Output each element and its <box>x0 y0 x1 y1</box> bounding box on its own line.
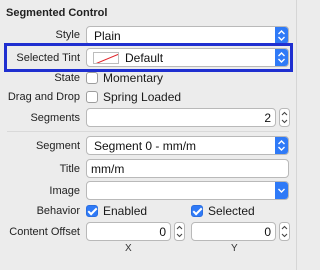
title-label: Title <box>59 163 80 175</box>
section-title: Segmented Control <box>6 7 108 19</box>
image-combo[interactable] <box>86 181 289 200</box>
image-label: Image <box>49 185 80 197</box>
enabled-checkbox[interactable] <box>86 205 98 217</box>
segment-label: Segment <box>35 140 80 152</box>
title-value: mm/m <box>91 162 125 176</box>
offset-x-value: 0 <box>159 225 166 239</box>
drag-and-drop-label: Drag and Drop <box>7 91 80 103</box>
segments-value: 2 <box>264 111 271 125</box>
title-field[interactable]: mm/m <box>86 159 289 178</box>
enabled-label: Enabled <box>103 204 148 218</box>
segment-value: Segment 0 - mm/m <box>94 139 197 153</box>
offset-y-value: 0 <box>264 225 271 239</box>
segments-field[interactable]: 2 <box>86 108 276 127</box>
momentary-checkbox[interactable] <box>86 72 98 84</box>
popup-arrows-icon <box>275 137 288 154</box>
segments-label: Segments <box>30 112 80 124</box>
divider <box>7 131 289 132</box>
style-label: Style <box>55 29 80 41</box>
segment-popup[interactable]: Segment 0 - mm/m <box>86 136 289 155</box>
offset-y-stepper[interactable] <box>279 222 290 241</box>
behavior-label: Behavior <box>36 205 80 217</box>
offset-x-field[interactable]: 0 <box>86 222 171 241</box>
state-label: State <box>54 72 80 84</box>
segments-stepper[interactable] <box>279 108 290 127</box>
popup-arrows-icon <box>275 27 288 44</box>
attributes-inspector: Segmented Control Style Plain Selected T… <box>0 0 297 270</box>
offset-x-axis-label: X <box>125 243 132 254</box>
content-offset-label: Content Offset <box>9 226 80 238</box>
chevron-down-icon[interactable] <box>275 182 288 199</box>
momentary-label: Momentary <box>103 71 164 85</box>
selected-label: Selected <box>208 204 255 218</box>
offset-y-axis-label: Y <box>231 243 238 254</box>
offset-y-field[interactable]: 0 <box>191 222 276 241</box>
selected-tint-highlight <box>4 43 293 72</box>
spring-loaded-checkbox[interactable] <box>86 91 98 103</box>
style-value: Plain <box>94 29 121 43</box>
offset-x-stepper[interactable] <box>174 222 185 241</box>
selected-checkbox[interactable] <box>191 205 203 217</box>
spring-loaded-label: Spring Loaded <box>103 90 182 104</box>
